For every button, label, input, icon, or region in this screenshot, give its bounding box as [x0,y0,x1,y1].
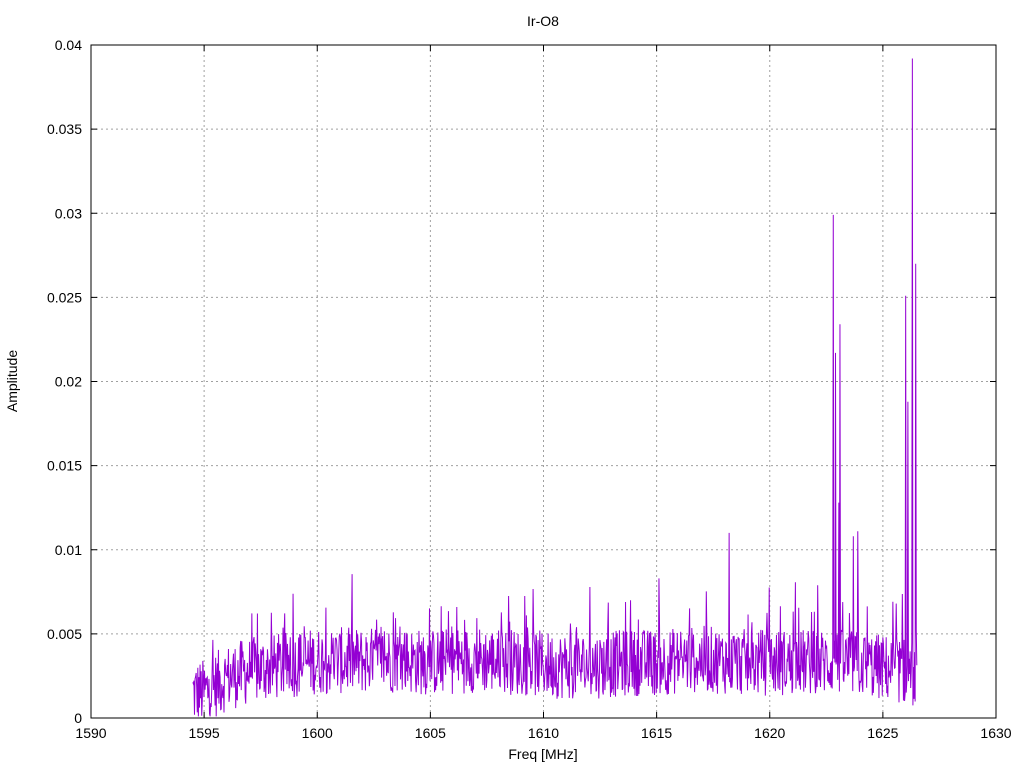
x-tick-label: 1590 [75,725,106,741]
chart: 1590 1595 1600 1605 1610 1615 1620 1625 1630 0 0.0… [0,0,1024,768]
y-tick-label: 0.005 [47,626,82,642]
x-tick-label: 1615 [641,725,672,741]
x-tick-label: 1610 [528,725,559,741]
x-tick-label: 1630 [980,725,1011,741]
y-tick-label: 0.03 [55,205,82,221]
x-tick-label: 1620 [754,725,785,741]
y-tick-label: 0.02 [55,374,82,390]
y-tick-label: 0 [74,710,82,726]
x-axis-label: Freq [MHz] [508,746,577,762]
x-tick-label: 1605 [415,725,446,741]
y-tick-label: 0.025 [47,289,82,305]
y-tick-label: 0.01 [55,542,82,558]
chart-title: Ir-O8 [527,13,559,29]
y-tick-label: 0.035 [47,121,82,137]
x-tick-label: 1600 [302,725,333,741]
x-tick-label: 1625 [867,725,898,741]
y-axis-label: Amplitude [4,350,20,412]
y-tick-label: 0.04 [55,37,82,53]
x-tick-label: 1595 [189,725,220,741]
y-tick-label: 0.015 [47,458,82,474]
